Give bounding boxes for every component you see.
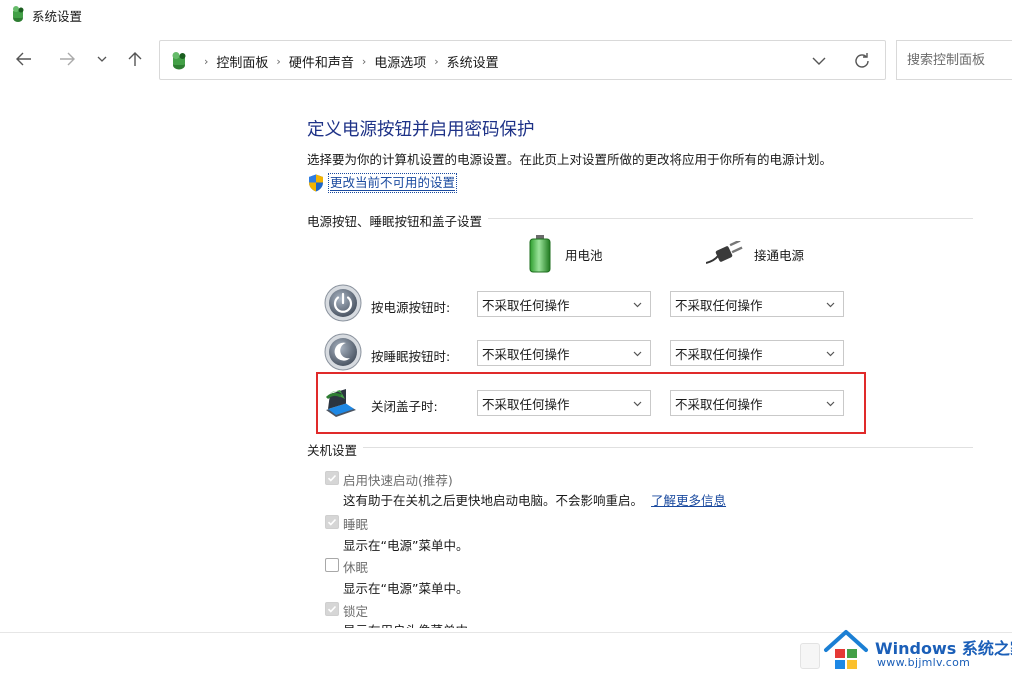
forward-button[interactable] [54,46,80,72]
chevron-down-icon [826,302,835,308]
sleep-button-plugged-select[interactable]: 不采取任何操作 [670,340,844,366]
uac-shield-icon [309,174,323,192]
control-panel-icon [13,6,24,22]
address-history-chevron-icon[interactable] [809,52,829,70]
breadcrumb-separator: › [361,55,367,68]
fast-startup-description-text: 这有助于在关机之后更快地启动电脑。不会影响重启。 [343,493,644,508]
back-button[interactable] [11,46,37,72]
select-value: 不采取任何操作 [675,396,763,412]
select-value: 不采取任何操作 [675,346,763,362]
fast-startup-description: 这有助于在关机之后更快地启动电脑。不会影响重启。 了解更多信息 [343,490,726,509]
site-watermark: Windows 系统之家 www.bjjmlv.com [823,628,1012,674]
breadcrumb-separator: › [204,55,209,68]
fast-startup-label: 启用快速启动(推荐) [343,473,453,488]
fast-startup-checkbox[interactable] [325,471,339,485]
breadcrumb-separator: › [276,55,281,68]
checkmark-icon [327,474,337,482]
section-divider [307,447,973,448]
battery-icon [529,235,551,273]
window-title: 系统设置 [32,9,83,24]
lock-option-label: 锁定 [343,604,369,619]
battery-column-label: 用电池 [565,247,603,263]
lock-option-description: 显示在用户头像菜单中。 [343,620,481,628]
hibernate-option-description: 显示在“电源”菜单中。 [343,581,469,596]
power-buttons-section-title: 电源按钮、睡眠按钮和盖子设置 [307,211,489,230]
checkmark-icon [327,605,337,613]
sleep-button-icon [324,333,362,371]
up-button[interactable] [122,46,148,72]
title-bar: 系统设置 [0,0,1012,30]
sleep-option-description: 显示在“电源”菜单中。 [343,538,469,553]
recent-locations-button[interactable] [89,46,115,72]
lock-checkbox[interactable] [325,602,339,616]
shutdown-section-title: 关机设置 [307,440,364,459]
select-value: 不采取任何操作 [675,297,763,313]
breadcrumb-item-hardware-sound[interactable]: 硬件和声音 [289,52,354,71]
power-button-battery-select[interactable]: 不采取任何操作 [477,291,651,317]
power-plug-icon [706,241,743,264]
hibernate-option-label: 休眠 [343,560,369,575]
laptop-lid-icon [325,389,356,417]
hibernate-checkbox[interactable] [325,558,339,572]
sleep-option-label: 睡眠 [343,517,369,532]
breadcrumb-item-system-settings[interactable]: 系统设置 [447,52,499,71]
plugged-in-column-label: 接通电源 [754,247,805,263]
arrow-left-icon [16,52,31,66]
house-windows-logo-icon [824,630,868,669]
address-bar[interactable]: › 控制面板 › 硬件和声音 › 电源选项 › 系统设置 [159,40,886,80]
chevron-down-icon [826,351,835,357]
chevron-down-icon [633,351,642,357]
watermark-url: www.bjjmlv.com [877,656,971,669]
breadcrumb: › 控制面板 › 硬件和声音 › 电源选项 › 系统设置 [196,52,499,71]
select-value: 不采取任何操作 [482,297,570,313]
change-settings-link-row: 更改当前不可用的设置 [306,173,458,193]
chevron-down-icon [633,302,642,308]
save-changes-button[interactable] [800,643,820,669]
search-box[interactable] [896,40,1012,80]
sleep-checkbox[interactable] [325,515,339,529]
plugged-in-column-header: 接通电源 [706,241,804,267]
lid-close-battery-select[interactable]: 不采取任何操作 [477,390,651,416]
navigation-bar: › 控制面板 › 硬件和声音 › 电源选项 › 系统设置 [0,38,1012,82]
checkmark-icon [327,518,337,526]
sleep-button-battery-select[interactable]: 不采取任何操作 [477,340,651,366]
power-button-plugged-select[interactable]: 不采取任何操作 [670,291,844,317]
power-button-icon [324,284,362,322]
breadcrumb-item-power-options[interactable]: 电源选项 [374,52,426,71]
lid-close-plugged-select[interactable]: 不采取任何操作 [670,390,844,416]
battery-column-header: 用电池 [527,235,603,273]
power-button-row-label: 按电源按钮时: [371,300,451,315]
arrow-up-icon [128,52,142,66]
arrow-right-icon [60,52,75,66]
select-value: 不采取任何操作 [482,346,570,362]
breadcrumb-item-control-panel[interactable]: 控制面板 [216,52,268,71]
chevron-down-icon [826,401,835,407]
search-input[interactable] [897,41,1012,79]
refresh-icon[interactable] [852,51,872,71]
page-description: 选择要为你的计算机设置的电源设置。在此页上对设置所做的更改将应用于你所有的电源计… [307,152,833,167]
chevron-down-icon [97,56,107,62]
control-panel-icon [172,52,186,70]
change-unavailable-settings-link[interactable]: 更改当前不可用的设置 [327,173,458,193]
chevron-down-icon [633,401,642,407]
sleep-button-row-label: 按睡眠按钮时: [371,349,451,364]
page-title: 定义电源按钮并启用密码保护 [307,120,535,140]
learn-more-link[interactable]: 了解更多信息 [651,493,726,508]
lid-close-row-label: 关闭盖子时: [371,399,438,414]
select-value: 不采取任何操作 [482,396,570,412]
breadcrumb-separator: › [434,55,439,68]
